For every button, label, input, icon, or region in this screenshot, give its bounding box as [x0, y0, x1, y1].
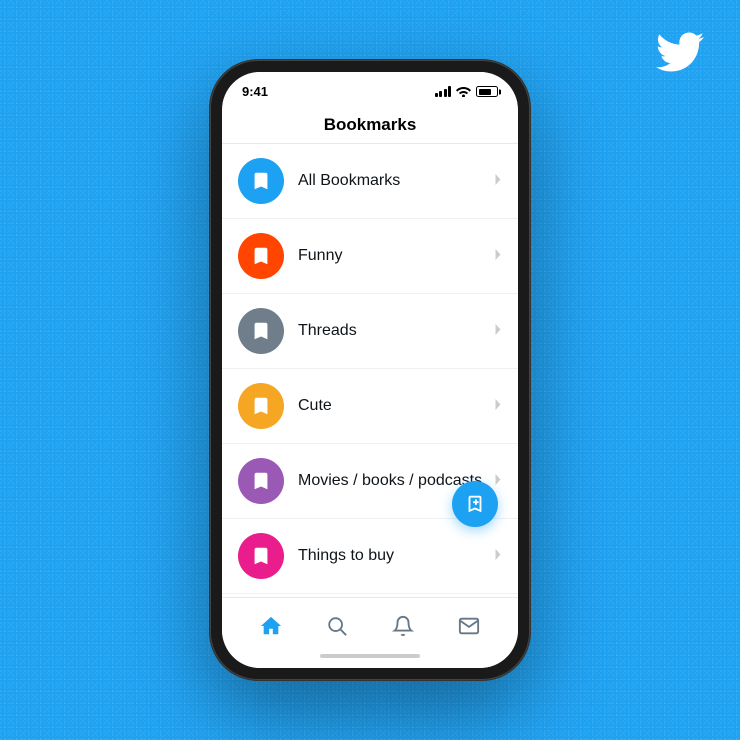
- signal-icon: [435, 86, 452, 97]
- status-icons: [435, 86, 499, 97]
- bottom-nav: [222, 597, 518, 648]
- page-header: Bookmarks: [222, 103, 518, 144]
- home-icon: [260, 615, 282, 637]
- chevron-right-icon: [494, 473, 502, 489]
- list-item[interactable]: Things to buy: [222, 519, 518, 594]
- list-item[interactable]: All Bookmarks: [222, 144, 518, 219]
- search-icon: [326, 615, 348, 637]
- bookmark-list: All BookmarksFunnyThreadsCuteMovies / bo…: [222, 144, 518, 597]
- bookmark-category-icon: [238, 383, 284, 429]
- home-indicator: [222, 648, 518, 668]
- list-item[interactable]: Cute: [222, 369, 518, 444]
- bookmark-category-icon: [238, 533, 284, 579]
- nav-messages[interactable]: [447, 608, 491, 644]
- phone-frame: 9:41 Bookmarks: [210, 60, 530, 680]
- twitter-logo: [656, 28, 704, 81]
- nav-search[interactable]: [315, 608, 359, 644]
- wifi-icon: [456, 86, 471, 97]
- page-title: Bookmarks: [324, 115, 417, 134]
- bookmark-category-icon: [238, 233, 284, 279]
- chevron-right-icon: [494, 398, 502, 414]
- nav-notifications[interactable]: [381, 608, 425, 644]
- status-bar: 9:41: [222, 72, 518, 103]
- battery-icon: [476, 86, 498, 97]
- chevron-right-icon: [494, 548, 502, 564]
- notifications-icon: [392, 615, 414, 637]
- phone-screen: 9:41 Bookmarks: [222, 72, 518, 668]
- list-item[interactable]: Funny: [222, 219, 518, 294]
- home-bar: [320, 654, 420, 658]
- chevron-right-icon: [494, 173, 502, 189]
- bookmark-category-label: Threads: [298, 322, 486, 340]
- bookmark-category-icon: [238, 158, 284, 204]
- chevron-right-icon: [494, 248, 502, 264]
- add-bookmark-fab[interactable]: [452, 481, 498, 527]
- list-item[interactable]: Threads: [222, 294, 518, 369]
- nav-home[interactable]: [249, 608, 293, 644]
- chevron-right-icon: [494, 323, 502, 339]
- bookmark-category-label: All Bookmarks: [298, 172, 486, 190]
- add-bookmark-icon: [464, 493, 486, 515]
- status-time: 9:41: [242, 84, 268, 99]
- bookmark-category-label: Things to buy: [298, 547, 486, 565]
- bookmark-category-label: Cute: [298, 397, 486, 415]
- bookmark-category-icon: [238, 458, 284, 504]
- bookmark-category-label: Funny: [298, 247, 486, 265]
- messages-icon: [458, 615, 480, 637]
- bookmark-category-icon: [238, 308, 284, 354]
